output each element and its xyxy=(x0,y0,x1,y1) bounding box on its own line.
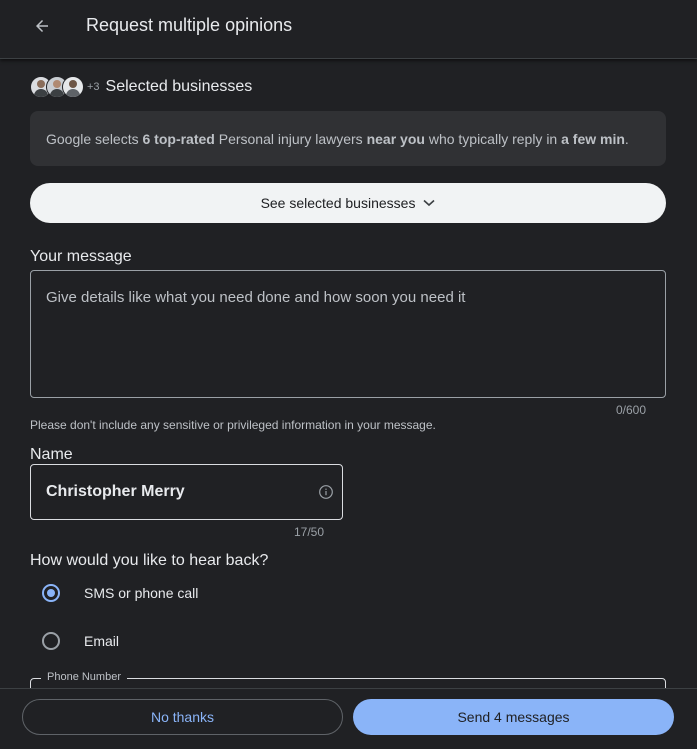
name-value: Christopher Merry xyxy=(46,483,185,500)
info-bold-reply-time: a few min xyxy=(561,130,625,147)
form-content[interactable]: +3 Selected businesses Google selects 6 … xyxy=(0,60,697,690)
radio-option-email[interactable]: Email xyxy=(42,632,119,650)
extra-business-count: +3 xyxy=(87,81,100,93)
top-app-bar: Request multiple opinions xyxy=(0,0,697,59)
info-text: Google selects xyxy=(46,130,143,147)
send-messages-label: Send 4 messages xyxy=(457,709,570,725)
selected-businesses-row: +3 Selected businesses xyxy=(30,76,252,98)
name-label: Name xyxy=(30,446,73,463)
no-thanks-label: No thanks xyxy=(150,709,215,725)
chevron-down-icon xyxy=(423,199,435,207)
info-icon[interactable] xyxy=(318,484,334,500)
info-bold-near-you: near you xyxy=(366,130,425,147)
see-selected-businesses-label: See selected businesses xyxy=(260,195,416,211)
info-text: who typically reply in xyxy=(424,130,562,147)
phone-number-label: Phone Number xyxy=(41,671,127,683)
name-input[interactable]: Christopher Merry xyxy=(30,464,343,520)
business-avatars xyxy=(30,76,84,98)
radio-label-sms: SMS or phone call xyxy=(84,585,199,601)
no-thanks-button[interactable]: No thanks xyxy=(22,699,343,735)
radio-label-email: Email xyxy=(84,633,120,649)
message-char-counter: 0/600 xyxy=(616,403,647,417)
send-messages-button[interactable]: Send 4 messages xyxy=(353,699,674,735)
info-text: . xyxy=(624,130,629,147)
see-selected-businesses-button[interactable]: See selected businesses xyxy=(30,183,666,223)
message-textarea[interactable]: Give details like what you need done and… xyxy=(30,270,666,398)
message-privacy-hint: Please don't include any sensitive or pr… xyxy=(30,418,436,432)
page-title: Request multiple opinions xyxy=(86,15,293,35)
contact-method-question: How would you like to hear back? xyxy=(30,552,269,569)
message-placeholder: Give details like what you need done and… xyxy=(46,289,466,306)
radio-option-sms[interactable]: SMS or phone call xyxy=(42,584,198,602)
radio-button-checked[interactable] xyxy=(42,584,60,602)
radio-button-unchecked[interactable] xyxy=(42,632,60,650)
info-bold-top-rated: 6 top-rated xyxy=(142,130,215,147)
arrow-back-icon xyxy=(36,20,48,32)
info-text: Personal injury lawyers xyxy=(214,130,367,147)
selection-info-box: Google selects 6 top-rated Personal inju… xyxy=(30,111,666,166)
action-bar: No thanks Send 4 messages xyxy=(0,688,697,749)
message-label: Your message xyxy=(30,248,132,265)
selected-businesses-label: Selected businesses xyxy=(105,78,253,95)
back-button[interactable] xyxy=(26,10,58,42)
business-avatar xyxy=(62,76,84,98)
name-char-counter: 17/50 xyxy=(294,525,325,539)
